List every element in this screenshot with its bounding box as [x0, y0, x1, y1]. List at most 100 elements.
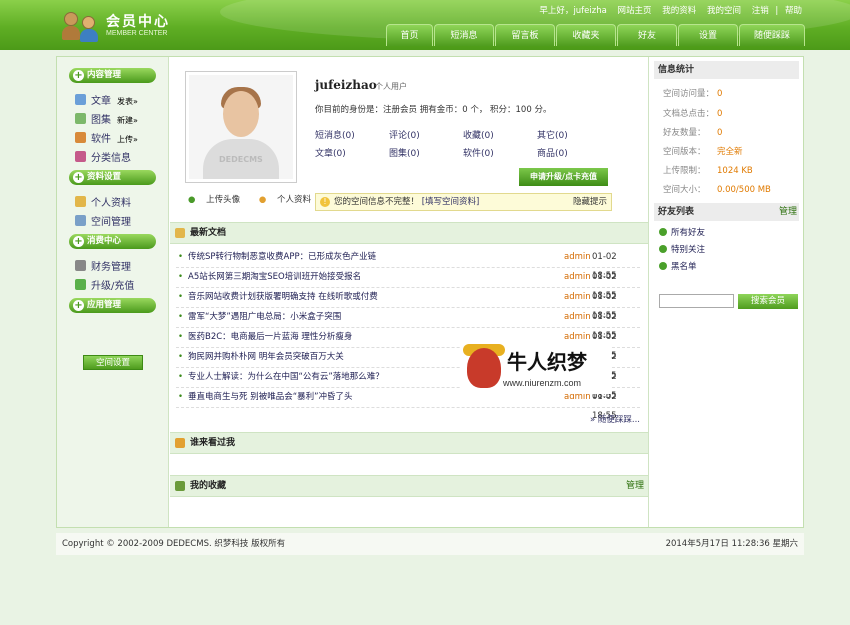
sidebar-item-classified[interactable]: 分类信息: [75, 149, 131, 164]
list-item[interactable]: • A5站长网第三期淘宝SEO培训班开始接受报名 admin 01-02 18:55: [176, 268, 640, 301]
sidebar-section-profile[interactable]: + 资料设置: [69, 170, 156, 185]
upgrade-button[interactable]: 申请升级/点卡充值: [519, 168, 608, 186]
watermark-title: 牛人织梦: [507, 350, 587, 374]
friends-all-link[interactable]: 所有好友: [659, 226, 705, 238]
tab-home[interactable]: 首页: [386, 24, 433, 46]
hide-tip-link[interactable]: 隐藏提示: [573, 194, 607, 210]
watermark-url: www.niurenzm.com: [503, 378, 582, 388]
bullet-icon: [659, 262, 667, 270]
more-link[interactable]: » 随便踩踩...: [590, 413, 640, 425]
stat-messages[interactable]: 短消息(0): [315, 128, 355, 141]
stat-row: 空间大小： 0.00/500 MB: [663, 185, 771, 195]
category-icon: [75, 151, 86, 162]
username: jufeizhao: [315, 78, 377, 92]
sidebar: + 内容管理 文章 发表» 图集 新建» 软件 上传» 分类信息 + 资料设置 个人资料 …: [57, 57, 169, 527]
link-help[interactable]: 帮助: [785, 6, 802, 16]
copyright: Copyright © 2002-2009 DEDECMS. 织梦科技 版权所有: [62, 539, 286, 549]
upgrade-icon: [75, 279, 86, 290]
header-subtitle: MEMBER CENTER: [106, 30, 168, 37]
stat-products[interactable]: 商品(0): [537, 146, 568, 159]
stat-row: 上传限制： 1024 KB: [663, 166, 753, 176]
fill-space-info-link[interactable]: [填写空间资料]: [422, 197, 480, 207]
tab-random[interactable]: 随便踩踩: [739, 24, 805, 46]
tab-messages[interactable]: 短消息: [434, 24, 494, 46]
sidebar-item-gallery[interactable]: 图集 新建»: [75, 111, 138, 126]
avatar-watermark: DEDECMS: [219, 155, 263, 164]
sidebar-section-pay[interactable]: + 消费中心: [69, 234, 156, 249]
member-logo-icon: [62, 10, 100, 42]
list-item[interactable]: • 传统SP转行物制恶意收费APP：已形成灰色产业链 admin 01-02 18:5…: [176, 248, 640, 281]
sidebar-item-upgrade[interactable]: 升级/充值: [75, 277, 134, 292]
finance-icon: [75, 260, 86, 271]
friends-manage-link[interactable]: 管理: [779, 203, 797, 221]
plus-icon: +: [73, 172, 84, 183]
sidebar-section-apps[interactable]: + 应用管理: [69, 298, 156, 313]
favorite-icon: [175, 481, 185, 491]
stat-row: 文档总点击： 0: [663, 109, 723, 119]
software-upload-link[interactable]: 上传»: [117, 135, 138, 144]
friends-header: 好友列表 管理: [654, 203, 799, 221]
link-my-profile[interactable]: 我的资料: [662, 6, 696, 16]
gallery-new-link[interactable]: 新建»: [117, 116, 138, 125]
link-logout[interactable]: 注销: [752, 6, 769, 16]
stat-comments[interactable]: 评论(0): [389, 128, 420, 141]
info-icon: !: [320, 197, 330, 207]
tab-favorites[interactable]: 收藏夹: [556, 24, 616, 46]
bullet-icon: [659, 245, 667, 253]
visitor-icon: [175, 438, 185, 448]
sidebar-item-personal-info[interactable]: 个人资料: [75, 194, 131, 209]
stat-software[interactable]: 软件(0): [463, 146, 494, 159]
bull-icon: [467, 348, 501, 388]
stat-row: 好友数量： 0: [663, 128, 723, 138]
profile-icon: [75, 196, 86, 207]
bullet-icon: [659, 228, 667, 236]
article-publish-link[interactable]: 发表»: [117, 97, 138, 106]
sidebar-item-finance[interactable]: 财务管理: [75, 258, 131, 273]
stat-articles[interactable]: 文章(0): [315, 146, 346, 159]
top-links: 早上好，jufeizha 网站主页 我的资料 我的空间 注销 | 帮助: [539, 6, 802, 16]
watermark-badge: 牛人织梦 www.niurenzm.com: [461, 344, 611, 394]
sidebar-section-content[interactable]: + 内容管理: [69, 68, 156, 83]
header: 会员中心 MEMBER CENTER 早上好，jufeizha 网站主页 我的资…: [0, 0, 850, 50]
friends-blacklist-link[interactable]: 黑名单: [659, 260, 697, 272]
stat-other[interactable]: 其它(0): [537, 128, 568, 141]
greeting-user: jufeizha: [573, 6, 607, 16]
tab-guestbook[interactable]: 留言板: [495, 24, 555, 46]
list-item[interactable]: • 雷军“大梦”遇阻广电总局：小米盒子突围 admin 01-02 18:55: [176, 308, 640, 341]
sidebar-item-article[interactable]: 文章 发表»: [75, 92, 138, 107]
space-settings-button[interactable]: 空间设置: [83, 355, 143, 370]
friends-special-link[interactable]: 特别关注: [659, 243, 705, 255]
plus-icon: +: [73, 70, 84, 81]
stat-row: 空间版本： 完全新: [663, 147, 743, 157]
plus-icon: +: [73, 300, 84, 311]
sidebar-item-software[interactable]: 软件 上传»: [75, 130, 138, 145]
info-stats-header: 信息统计: [654, 61, 799, 79]
tab-friends[interactable]: 好友: [617, 24, 677, 46]
latest-docs-header: 最新文档: [170, 222, 648, 244]
plus-icon: +: [73, 236, 84, 247]
upload-avatar-link[interactable]: ● 上传头像: [188, 195, 248, 205]
visitors-header: 谁来看过我: [170, 432, 648, 454]
list-item[interactable]: • 音乐网站收费计划获版署明确支持 在线听歌或付费 admin 01-02 18:55: [176, 288, 640, 321]
header-title: 会员中心: [106, 14, 170, 30]
link-home[interactable]: 网站主页: [618, 6, 652, 16]
personal-info-link[interactable]: ● 个人资料: [259, 195, 319, 205]
sidebar-item-space-manage[interactable]: 空间管理: [75, 213, 131, 228]
greeting: 早上好，: [539, 6, 574, 16]
stat-favorites[interactable]: 收藏(0): [463, 128, 494, 141]
avatar: DEDECMS: [185, 71, 297, 183]
incomplete-warning: ! 您的空间信息不完整！ [填写空间资料] 隐藏提示: [315, 193, 612, 211]
identity-info: 你目前的身份是：注册会员 拥有金币：0 个， 积分：100 分。: [315, 105, 552, 115]
favorites-header: 我的收藏 管理: [170, 475, 648, 497]
space-icon: [75, 215, 86, 226]
favorites-manage-link[interactable]: 管理: [626, 476, 644, 496]
stat-galleries[interactable]: 图集(0): [389, 146, 420, 159]
main-nav: 首页 短消息 留言板 收藏夹 好友 设置 随便踩踩: [386, 24, 806, 46]
image-icon: [75, 113, 86, 124]
stat-row: 空间访问量： 0: [663, 89, 723, 99]
link-my-space[interactable]: 我的空间: [707, 6, 741, 16]
member-search-input[interactable]: [659, 294, 734, 308]
search-member-button[interactable]: 搜索会员: [738, 294, 798, 309]
tab-settings[interactable]: 设置: [678, 24, 738, 46]
avatar-links: ● 上传头像 ● 个人资料: [188, 193, 327, 205]
